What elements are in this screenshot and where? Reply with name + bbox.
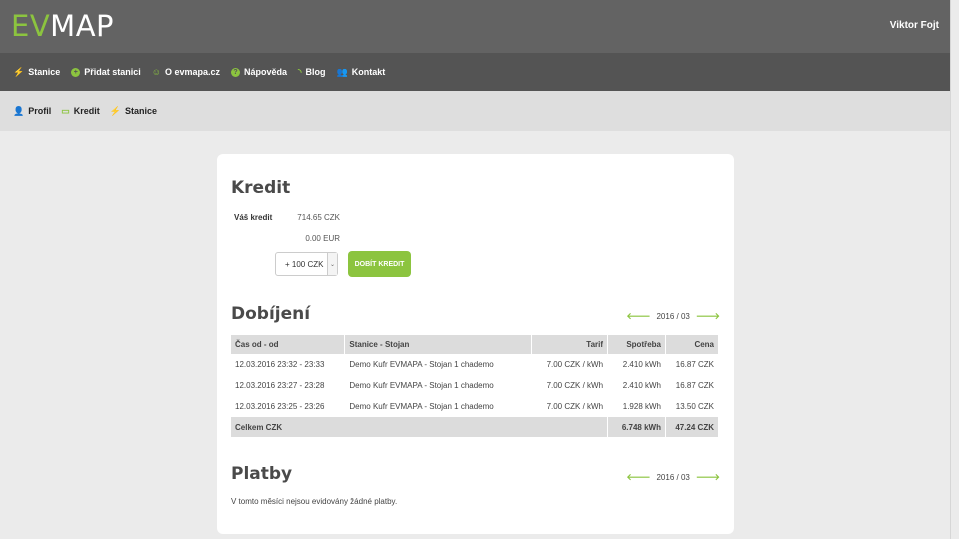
- col-station: Stanice - Stojan: [344, 335, 533, 354]
- cell-price: 13.50 CZK: [665, 396, 719, 417]
- question-circle-icon: ?: [231, 67, 240, 77]
- nav-item-label: Stanice: [28, 67, 61, 77]
- next-arrow-icon[interactable]: 🡒: [696, 472, 720, 483]
- table-row: 12.03.2016 23:32 - 23:33 Demo Kufr EVMAP…: [231, 354, 719, 375]
- sub-nav: 👤 Profil ▭ Kredit ⚡ Stanice: [0, 91, 959, 131]
- next-arrow-icon[interactable]: 🡒: [696, 311, 720, 322]
- people-icon: 👥: [336, 66, 348, 77]
- credit-label: Váš kredit: [234, 213, 273, 222]
- user-name-link[interactable]: Viktor Fojt: [890, 20, 939, 31]
- nav-item-label: Blog: [305, 67, 326, 77]
- top-up-credit-button[interactable]: DOBÍT KREDIT: [348, 251, 411, 277]
- cell-consumption: 1.928 kWh: [607, 396, 666, 417]
- table-total-row: Celkem CZK 6.748 kWh 47.24 CZK: [231, 417, 719, 437]
- evmap-logo[interactable]: EVMAP: [11, 9, 114, 43]
- bolt-icon: ⚡: [109, 105, 121, 116]
- nav-item-o-evmapa[interactable]: ☺ O evmapa.cz: [152, 67, 220, 77]
- cell-tariff: 7.00 CZK / kWh: [531, 354, 609, 375]
- payments-empty-note: V tomto měsíci nejsou evidovány žádné pl…: [231, 497, 398, 506]
- col-price: Cena: [665, 335, 719, 354]
- credit-eur-value: 0.00 EUR: [305, 234, 340, 243]
- chevron-down-icon: ⌄: [327, 253, 337, 275]
- cell-time: 12.03.2016 23:25 - 23:26: [231, 396, 346, 417]
- smiley-icon: ☺: [151, 67, 161, 77]
- cell-time: 12.03.2016 23:27 - 23:28: [231, 375, 346, 396]
- nav-item-blog[interactable]: ◝ Blog: [298, 67, 326, 78]
- cell-price: 16.87 CZK: [665, 354, 719, 375]
- col-consumption: Spotřeba: [607, 335, 666, 354]
- subnav-item-kredit[interactable]: ▭ Kredit: [61, 106, 100, 117]
- nav-item-napoveda[interactable]: ? Nápověda: [231, 67, 287, 77]
- table-header-row: Čas od - od Stanice - Stojan Tarif Spotř…: [231, 335, 719, 354]
- nav-item-pridat-stanici[interactable]: + Přidat stanici: [71, 67, 141, 77]
- content-card: Kredit Váš kredit 714.65 CZK 0.00 EUR + …: [217, 154, 734, 534]
- total-price: 47.24 CZK: [665, 417, 719, 437]
- select-value: + 100 CZK: [285, 259, 324, 269]
- cell-station: Demo Kufr EVMAPA - Stojan 1 chademo: [344, 354, 533, 375]
- subnav-item-label: Profil: [28, 106, 52, 116]
- nav-item-kontakt[interactable]: 👥 Kontakt: [337, 67, 386, 78]
- cell-time: 12.03.2016 23:32 - 23:33: [231, 354, 346, 375]
- cell-consumption: 2.410 kWh: [607, 354, 666, 375]
- card-icon: ▭: [61, 105, 70, 116]
- prev-arrow-icon[interactable]: 🡐: [626, 311, 650, 322]
- nav-item-label: Přidat stanici: [84, 67, 141, 77]
- table-row: 12.03.2016 23:25 - 23:26 Demo Kufr EVMAP…: [231, 396, 719, 417]
- subnav-item-label: Stanice: [124, 106, 157, 116]
- main-nav: ⚡ Stanice + Přidat stanici ☺ O evmapa.cz ? N…: [0, 53, 959, 91]
- page-scrollbar[interactable]: [950, 0, 959, 539]
- cell-consumption: 2.410 kWh: [607, 375, 666, 396]
- col-time: Čas od - od: [231, 335, 346, 354]
- top-bar: EVMAP Viktor Fojt: [0, 0, 959, 53]
- table-row: 12.03.2016 23:27 - 23:28 Demo Kufr EVMAP…: [231, 375, 719, 396]
- charging-table: Čas od - od Stanice - Stojan Tarif Spotř…: [231, 335, 719, 437]
- nav-item-label: Kontakt: [351, 67, 386, 77]
- total-label: Celkem CZK: [231, 417, 609, 437]
- subnav-item-profil[interactable]: 👤 Profil: [13, 106, 51, 117]
- nav-item-stanice[interactable]: ⚡ Stanice: [13, 67, 60, 78]
- cell-tariff: 7.00 CZK / kWh: [531, 396, 609, 417]
- subnav-item-stanice[interactable]: ⚡ Stanice: [110, 106, 157, 117]
- prev-arrow-icon[interactable]: 🡐: [626, 472, 650, 483]
- cell-station: Demo Kufr EVMAPA - Stojan 1 chademo: [344, 396, 533, 417]
- bolt-icon: ⚡: [13, 66, 25, 77]
- plus-circle-icon: +: [71, 67, 81, 77]
- payments-period: 2016 / 03: [656, 473, 690, 482]
- logo-map: MAP: [50, 9, 115, 43]
- col-tariff: Tarif: [531, 335, 609, 354]
- rss-icon: ◝: [298, 66, 302, 77]
- charging-period: 2016 / 03: [656, 312, 690, 321]
- credit-amount-select[interactable]: + 100 CZK ⌄: [275, 252, 338, 276]
- user-icon: 👤: [13, 105, 25, 116]
- cell-price: 16.87 CZK: [665, 375, 719, 396]
- charging-title: Dobíjení: [231, 304, 311, 324]
- subnav-item-label: Kredit: [73, 106, 100, 116]
- credit-czk-value: 714.65 CZK: [297, 213, 340, 222]
- payments-title: Platby: [231, 464, 293, 484]
- cell-station: Demo Kufr EVMAPA - Stojan 1 chademo: [344, 375, 533, 396]
- payments-period-pager: 🡐 2016 / 03 🡒: [626, 472, 720, 483]
- charging-period-pager: 🡐 2016 / 03 🡒: [626, 311, 720, 322]
- nav-item-label: O evmapa.cz: [164, 67, 220, 77]
- logo-ev: EV: [11, 9, 51, 43]
- cell-tariff: 7.00 CZK / kWh: [531, 375, 609, 396]
- nav-item-label: Nápověda: [244, 67, 288, 77]
- total-consumption: 6.748 kWh: [607, 417, 666, 437]
- credit-title: Kredit: [231, 178, 291, 198]
